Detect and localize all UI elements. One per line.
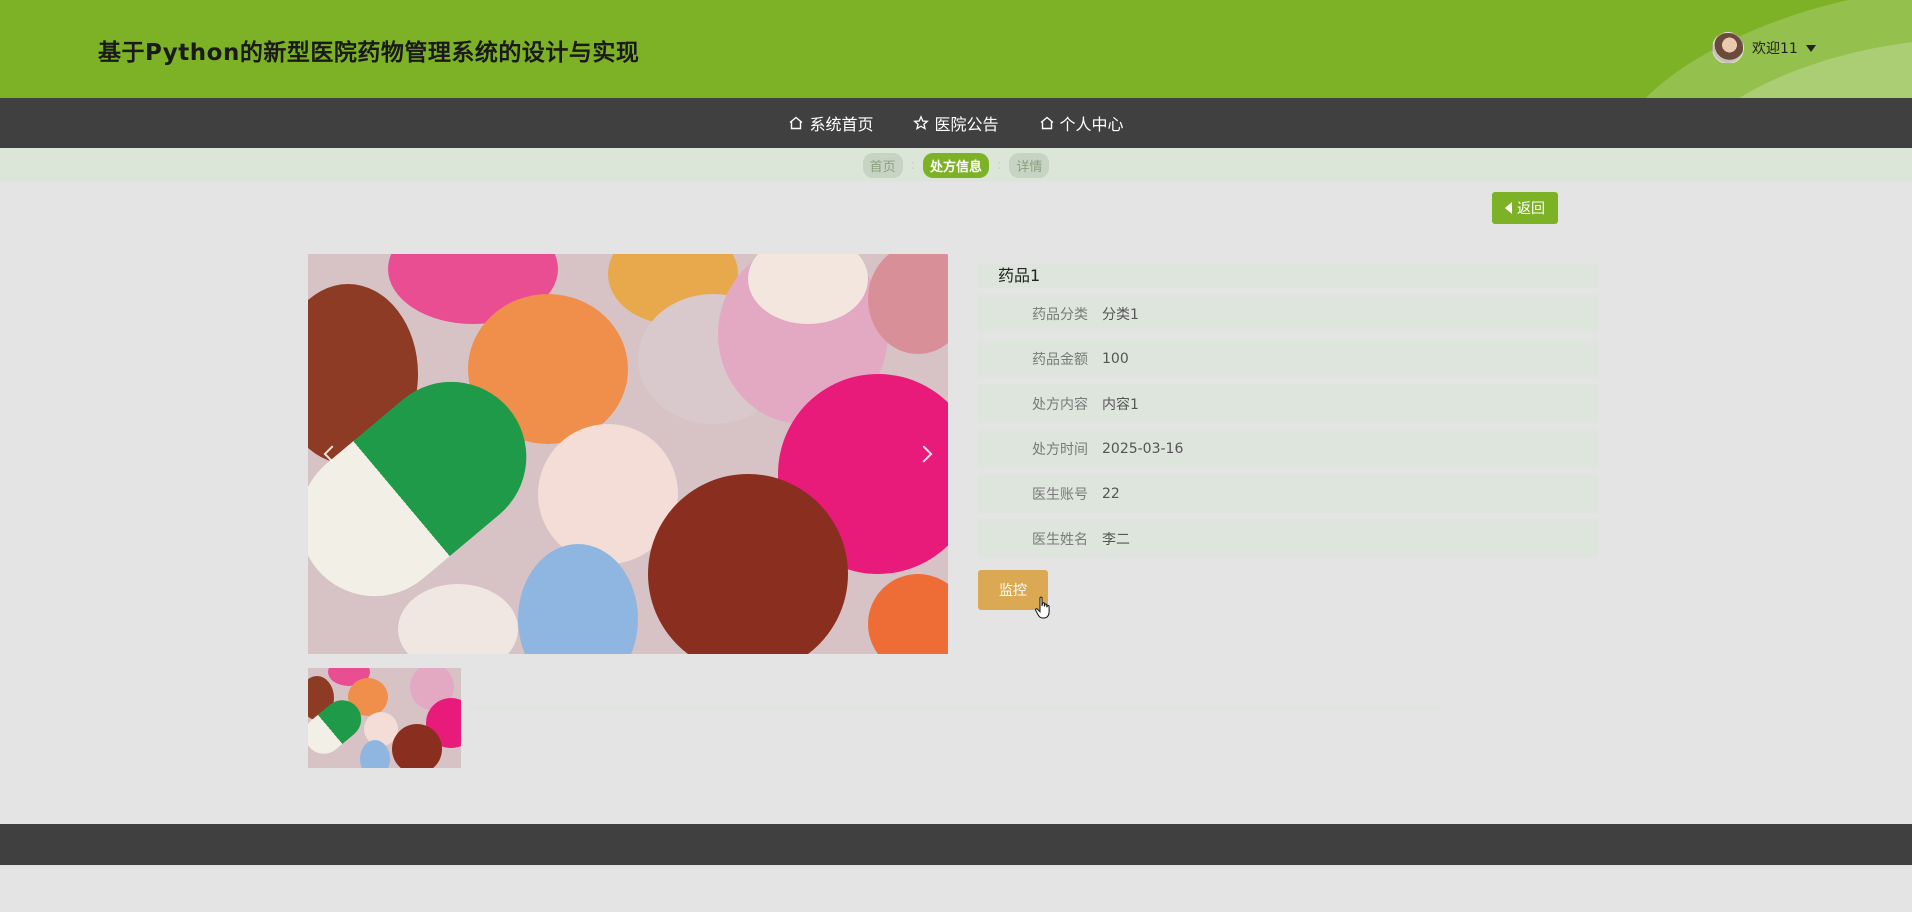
back-button[interactable]: 返回	[1492, 192, 1558, 224]
detail-value: 100	[1102, 350, 1129, 367]
detail-row: 处方内容 内容1	[978, 384, 1598, 423]
caret-down-icon[interactable]	[1805, 44, 1816, 52]
breadcrumb-separator: :	[997, 157, 1002, 173]
detail-value: 内容1	[1102, 396, 1139, 413]
detail-label: 处方时间	[1032, 441, 1088, 458]
detail-value: 李二	[1102, 531, 1130, 548]
detail-value: 分类1	[1102, 306, 1139, 323]
nav-item-label: 系统首页	[809, 115, 874, 134]
home-icon	[788, 115, 804, 131]
pill-image-part	[398, 584, 518, 654]
detail-row: 处方时间 2025-03-16	[978, 429, 1598, 468]
breadcrumb: 首页 : 处方信息 : 详情	[0, 148, 1912, 182]
pill-image-part	[392, 724, 442, 768]
user-menu[interactable]: 欢迎11	[1712, 32, 1816, 64]
back-button-label: 返回	[1517, 201, 1545, 217]
detail-row: 医生姓名 李二	[978, 519, 1598, 558]
product-image-carousel[interactable]	[308, 254, 948, 654]
nav-item-label: 医院公告	[934, 115, 999, 134]
detail-row: 医生账号 22	[978, 474, 1598, 513]
nav-item-profile[interactable]: 个人中心	[1039, 111, 1124, 135]
breadcrumb-detail: 详情	[1009, 152, 1050, 178]
detail-label: 医生账号	[1032, 486, 1088, 503]
nav-item-label: 个人中心	[1059, 115, 1124, 134]
caret-left-icon	[1505, 202, 1512, 214]
top-header: 基于Python的新型医院药物管理系统的设计与实现 欢迎11	[0, 0, 1912, 98]
site-title: 基于Python的新型医院药物管理系统的设计与实现	[98, 40, 640, 66]
nav-item-home[interactable]: 系统首页	[788, 111, 873, 135]
image-thumbnail[interactable]	[308, 668, 461, 768]
breadcrumb-prescription[interactable]: 处方信息	[922, 152, 989, 178]
avatar[interactable]	[1712, 32, 1744, 64]
nav-item-notice[interactable]: 医院公告	[913, 111, 999, 135]
detail-label: 药品分类	[1032, 306, 1088, 323]
carousel-prev-icon[interactable]	[320, 442, 340, 466]
star-icon	[913, 115, 930, 131]
home-icon	[1039, 115, 1055, 131]
thumbnail-track	[470, 706, 1440, 710]
detail-label: 处方内容	[1032, 396, 1088, 413]
pill-image-part	[868, 574, 948, 654]
detail-value: 2025-03-16	[1102, 440, 1184, 457]
detail-row: 药品分类 分类1	[978, 294, 1598, 333]
footer	[0, 824, 1912, 865]
detail-value: 22	[1102, 485, 1120, 502]
prescription-detail: 药品1 药品分类 分类1 药品金额 100 处方内容 内容1 处方时间 2025…	[978, 264, 1598, 558]
breadcrumb-separator: :	[910, 157, 915, 173]
detail-label: 医生姓名	[1032, 531, 1088, 548]
carousel-next-icon[interactable]	[916, 442, 936, 466]
breadcrumb-home[interactable]: 首页	[862, 152, 903, 178]
detail-label: 药品金额	[1032, 351, 1088, 368]
drug-name: 药品1	[978, 264, 1598, 288]
welcome-text[interactable]: 欢迎11	[1752, 38, 1798, 58]
main-nav: 系统首页 医院公告 个人中心	[0, 98, 1912, 148]
hand-cursor-icon	[1034, 596, 1052, 620]
detail-row: 药品金额 100	[978, 339, 1598, 378]
